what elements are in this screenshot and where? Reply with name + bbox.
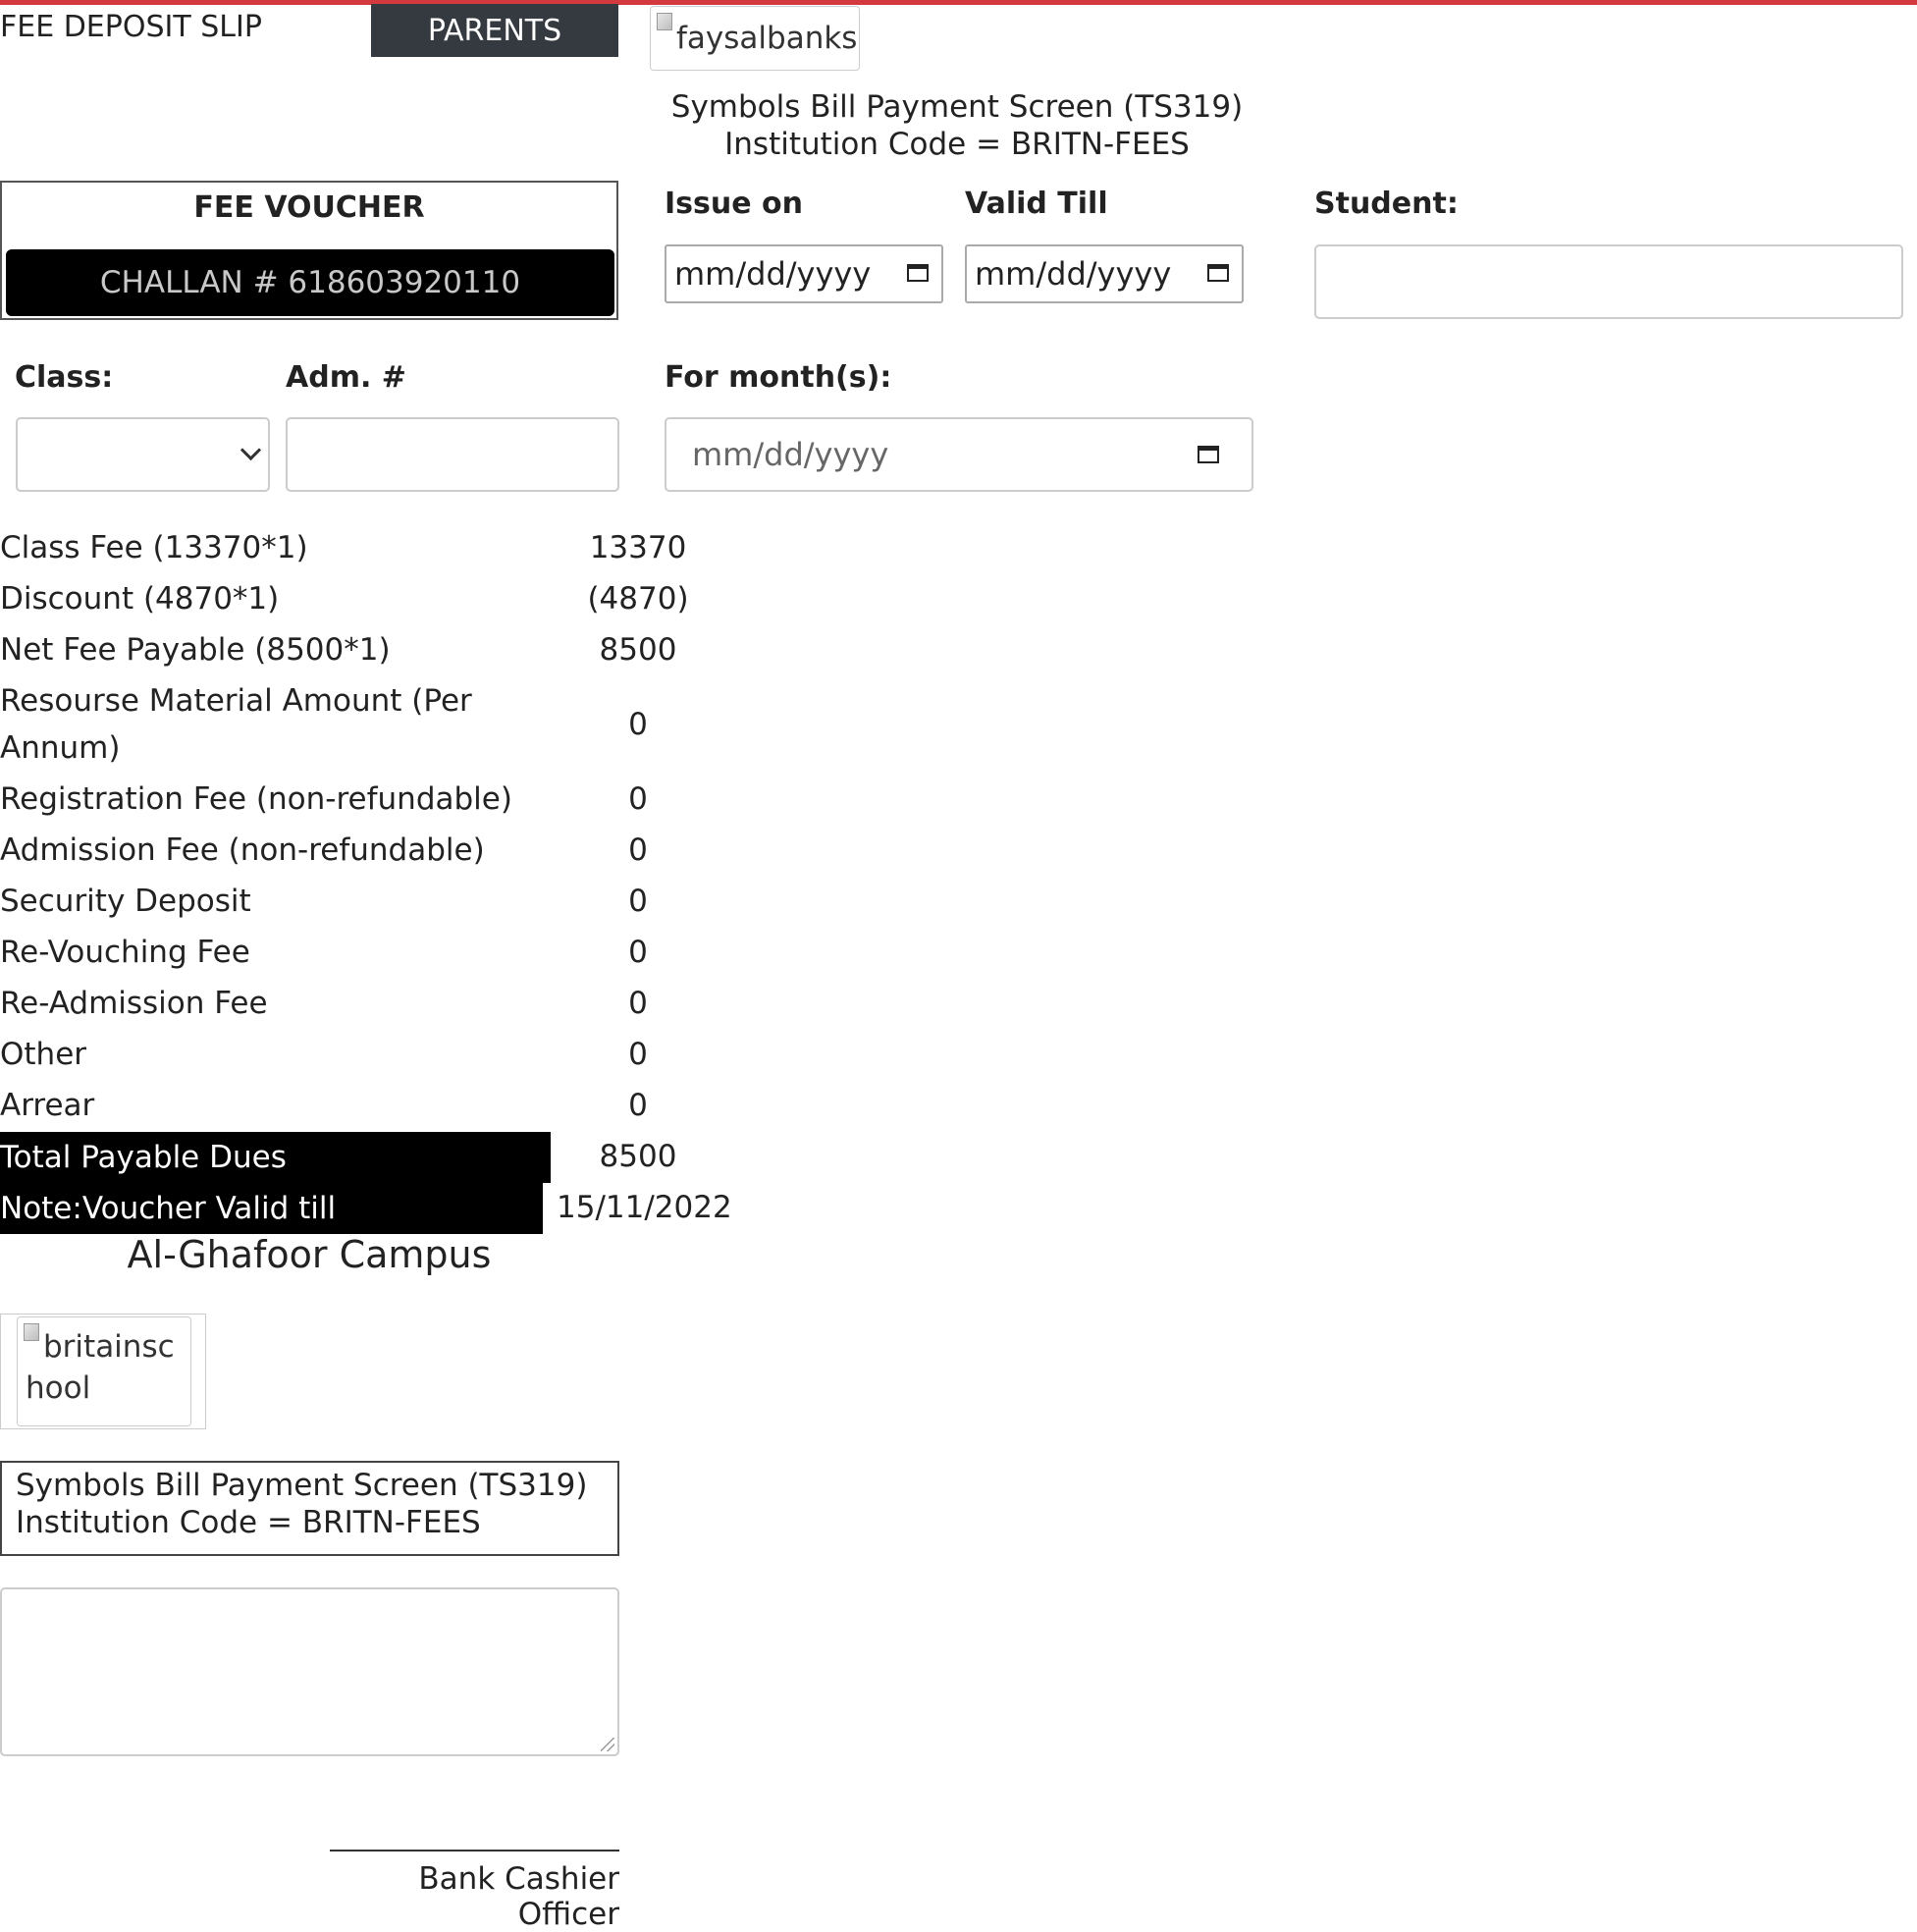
fee-row-value: 0: [628, 1088, 648, 1123]
payment-info-box-line2: Institution Code = BRITN-FEES: [16, 1505, 481, 1540]
adm-label: Adm. #: [286, 360, 406, 395]
valid-till-date-value: mm/dd/yyyy: [975, 255, 1172, 293]
class-select[interactable]: [16, 417, 270, 492]
fee-row-label: Admission Fee (non-refundable): [0, 832, 485, 868]
fee-row-value: 0: [628, 707, 648, 742]
fee-row-label: Re-Admission Fee: [0, 986, 268, 1021]
payment-info-line1: Symbols Bill Payment Screen (TS319): [670, 89, 1244, 125]
challan-number: CHALLAN # 618603920110: [6, 249, 614, 316]
fee-row-label: Registration Fee (non-refundable): [0, 781, 512, 817]
campus-name: Al-Ghafoor Campus: [127, 1233, 492, 1276]
resize-grip-icon[interactable]: [601, 1738, 614, 1751]
student-label: Student:: [1314, 187, 1459, 221]
fee-voucher-box: FEE VOUCHER CHALLAN # 618603920110: [0, 181, 618, 320]
fee-row-label: Re-Vouching Fee: [0, 935, 250, 970]
fee-row-value: 0: [628, 1037, 648, 1072]
validity-note-date: 15/11/2022: [557, 1190, 732, 1225]
valid-till-label: Valid Till: [965, 187, 1108, 221]
valid-till-date-input[interactable]: mm/dd/yyyy: [965, 244, 1244, 303]
parents-button[interactable]: PARENTS: [371, 4, 618, 57]
school-logo-alt-cont: hool: [26, 1370, 91, 1406]
issue-on-label: Issue on: [665, 187, 803, 221]
fee-row-label: Other: [0, 1037, 87, 1072]
fee-row-value: 0: [628, 781, 648, 817]
fee-row-label: Discount (4870*1): [0, 581, 280, 617]
total-dues-value: 8500: [599, 1139, 677, 1174]
fee-row-label: Net Fee Payable (8500*1): [0, 632, 391, 668]
payment-info-box-line1: Symbols Bill Payment Screen (TS319): [16, 1468, 588, 1503]
school-logo-image: britainsc hool: [17, 1316, 191, 1426]
month-date-input[interactable]: mm/dd/yyyy: [665, 417, 1253, 492]
broken-image-icon: [657, 13, 672, 30]
calendar-icon[interactable]: [1197, 442, 1222, 467]
fee-row-label: Security Deposit: [0, 884, 251, 919]
chevron-down-icon: [240, 439, 262, 461]
signature-label: Bank Cashier Officer: [418, 1861, 619, 1932]
fee-row-value: 0: [628, 884, 648, 919]
slip-title: FEE DEPOSIT SLIP: [0, 10, 262, 44]
month-label: For month(s):: [665, 360, 892, 395]
calendar-icon[interactable]: [906, 260, 932, 286]
fee-row-value: (4870): [587, 581, 689, 617]
school-logo-frame: britainsc hool: [0, 1314, 206, 1429]
student-input[interactable]: [1314, 244, 1903, 319]
bank-logo-alt: faysalbanks: [676, 21, 858, 56]
remarks-textarea[interactable]: [0, 1587, 619, 1756]
bank-logo-image: faysalbanks: [650, 6, 860, 71]
school-logo-alt: britainsc: [43, 1329, 175, 1365]
fee-row-label-cont: Annum): [0, 730, 121, 766]
fee-row-value: 0: [628, 935, 648, 970]
total-dues-label: Total Payable Dues: [0, 1132, 551, 1183]
validity-note-label: Note:Voucher Valid till: [0, 1183, 543, 1234]
fee-row-label: Arrear: [0, 1088, 95, 1123]
fee-row-value: 8500: [599, 632, 677, 668]
payment-info-box: Symbols Bill Payment Screen (TS319) Inst…: [0, 1461, 619, 1556]
payment-info-heading: Symbols Bill Payment Screen (TS319) Inst…: [638, 88, 1276, 163]
class-label: Class:: [15, 360, 114, 395]
adm-number-input[interactable]: [286, 417, 619, 492]
issue-on-date-value: mm/dd/yyyy: [674, 255, 872, 293]
fee-row-value: 13370: [589, 530, 687, 565]
fee-row-label: Class Fee (13370*1): [0, 530, 308, 565]
broken-image-icon: [24, 1323, 39, 1341]
signature-line: [330, 1850, 619, 1852]
fee-row-value: 0: [628, 832, 648, 868]
issue-on-date-input[interactable]: mm/dd/yyyy: [665, 244, 943, 303]
fee-row-value: 0: [628, 986, 648, 1021]
month-date-value: mm/dd/yyyy: [692, 436, 889, 473]
fee-voucher-title: FEE VOUCHER: [193, 190, 425, 225]
top-accent-bar: [0, 0, 1917, 5]
fee-row-label: Resourse Material Amount (Per: [0, 683, 472, 719]
calendar-icon[interactable]: [1206, 260, 1232, 286]
payment-info-line2: Institution Code = BRITN-FEES: [724, 127, 1190, 162]
